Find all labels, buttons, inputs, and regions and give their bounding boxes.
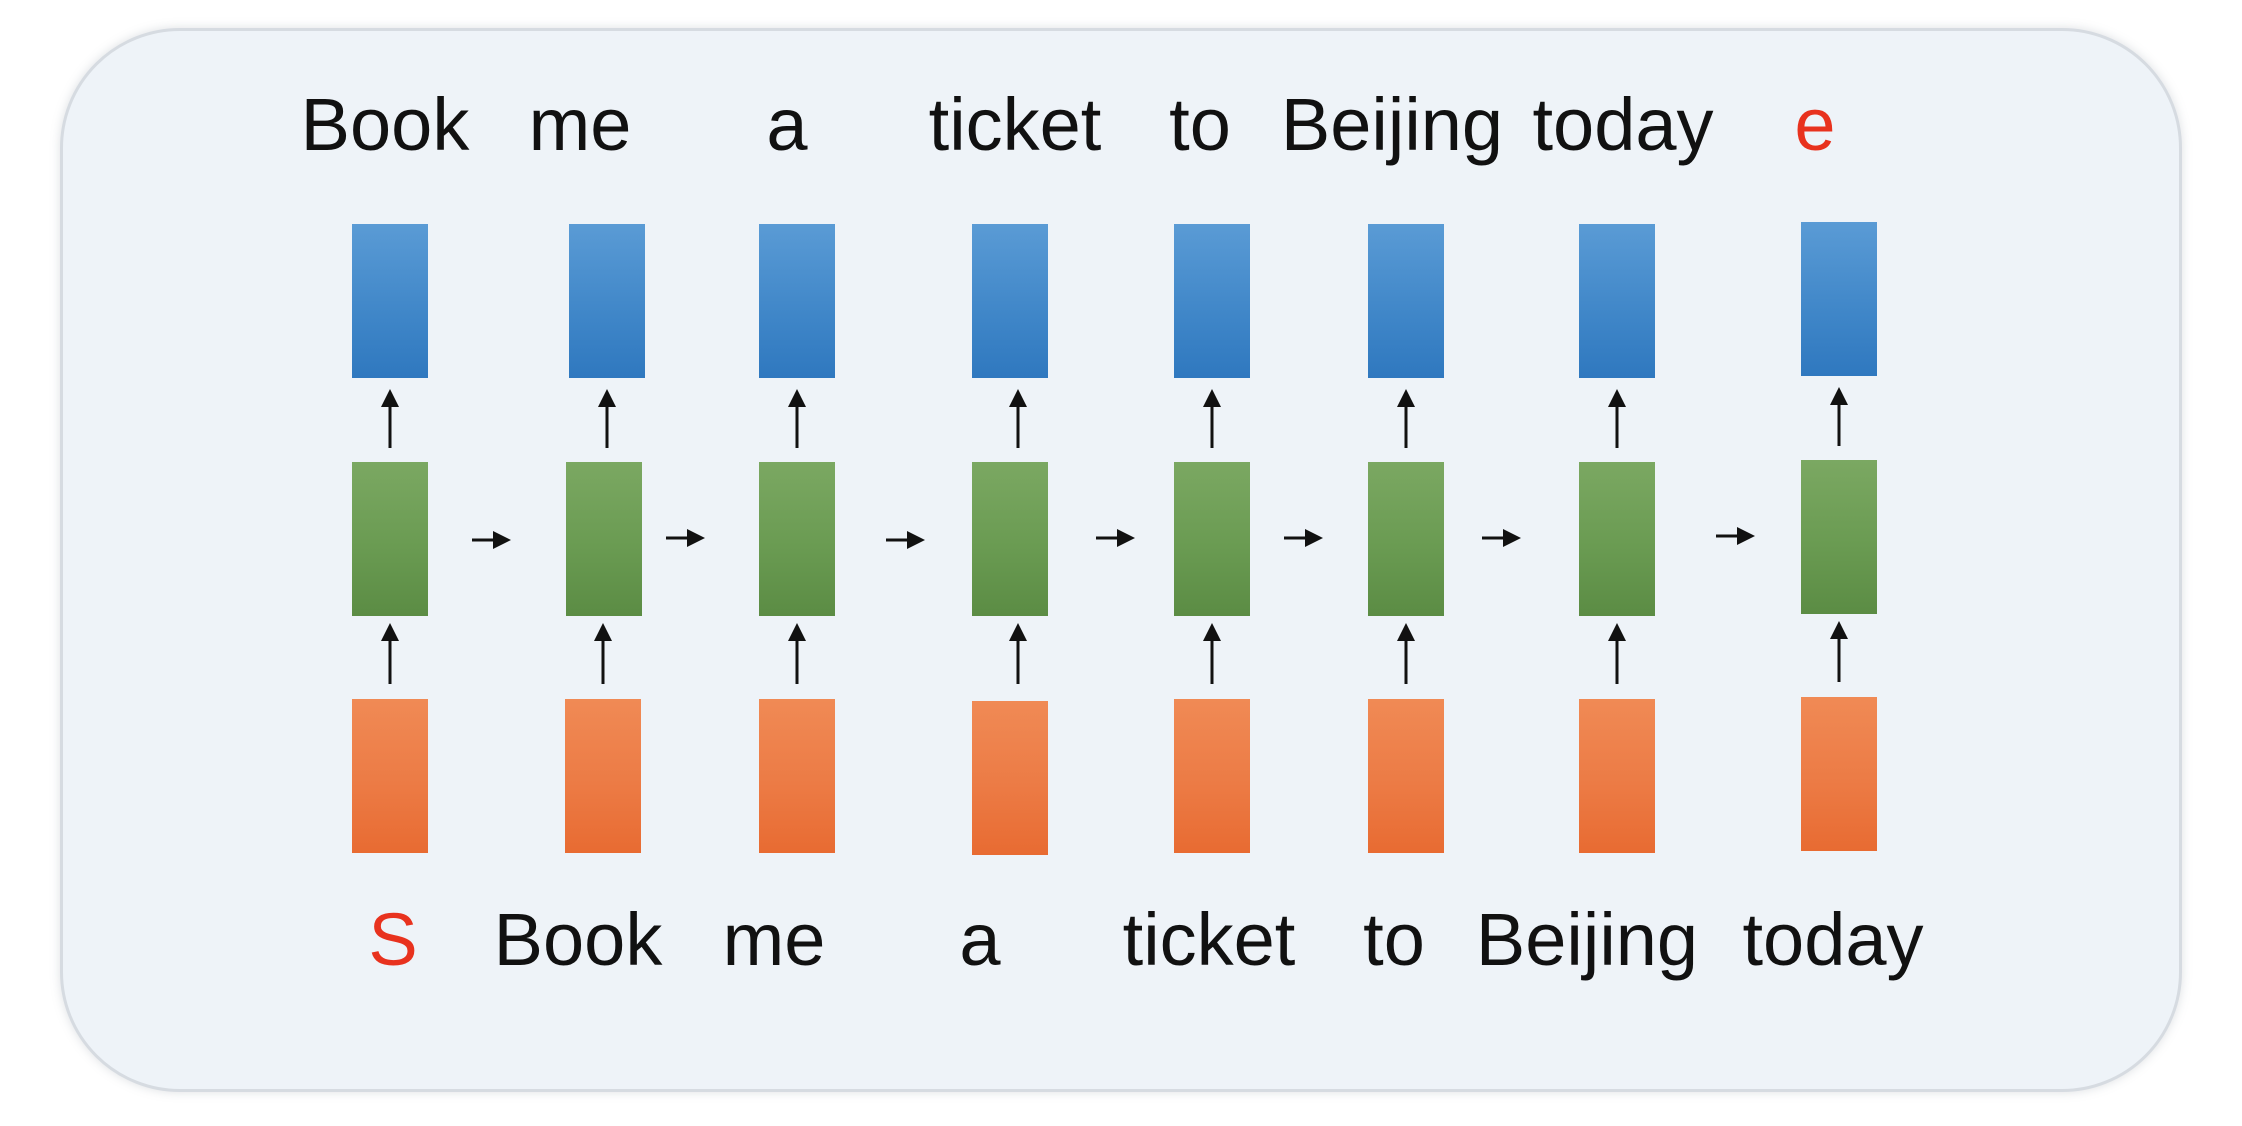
seq2seq-diagram: Book me a ticket to Beijing today e S Bo… — [0, 0, 2242, 1126]
arrow-layer — [381, 387, 1848, 684]
